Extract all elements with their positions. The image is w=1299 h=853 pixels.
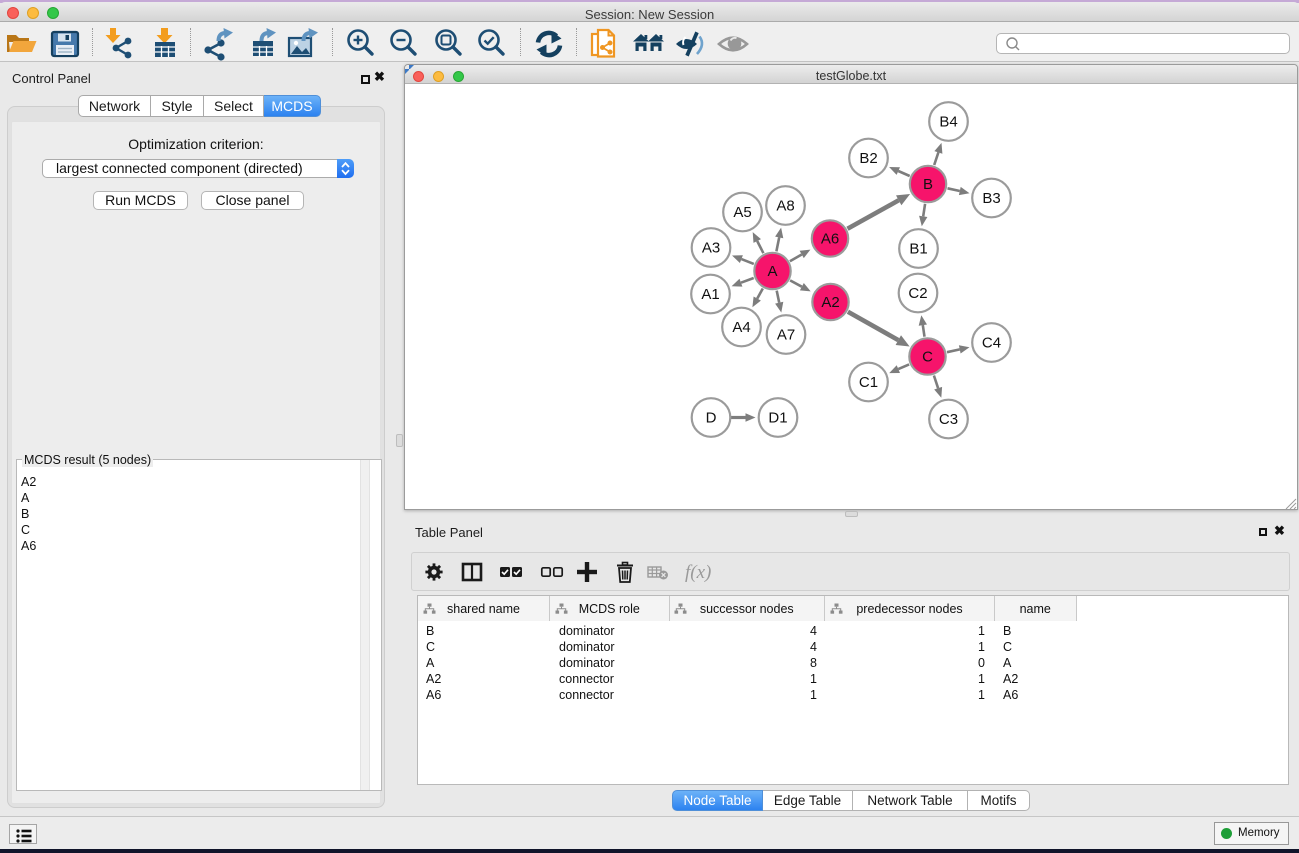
- svg-text:A8: A8: [776, 198, 794, 215]
- svg-text:B4: B4: [939, 114, 957, 131]
- svg-text:D: D: [706, 410, 717, 427]
- svg-text:C: C: [922, 349, 933, 366]
- svg-text:B: B: [923, 176, 933, 193]
- svg-text:A1: A1: [701, 286, 719, 303]
- svg-text:A5: A5: [733, 204, 751, 221]
- svg-text:A2: A2: [821, 294, 839, 311]
- svg-text:B3: B3: [982, 190, 1000, 207]
- svg-text:A6: A6: [821, 231, 839, 248]
- svg-text:C3: C3: [939, 411, 958, 428]
- svg-text:C4: C4: [982, 335, 1001, 352]
- svg-text:B1: B1: [909, 241, 927, 258]
- svg-text:A3: A3: [702, 240, 720, 257]
- svg-text:A7: A7: [777, 327, 795, 344]
- svg-text:B2: B2: [859, 150, 877, 167]
- svg-text:C1: C1: [859, 374, 878, 391]
- svg-text:A: A: [767, 263, 777, 280]
- svg-text:D1: D1: [768, 410, 787, 427]
- svg-text:C2: C2: [908, 285, 927, 302]
- svg-text:A4: A4: [732, 319, 750, 336]
